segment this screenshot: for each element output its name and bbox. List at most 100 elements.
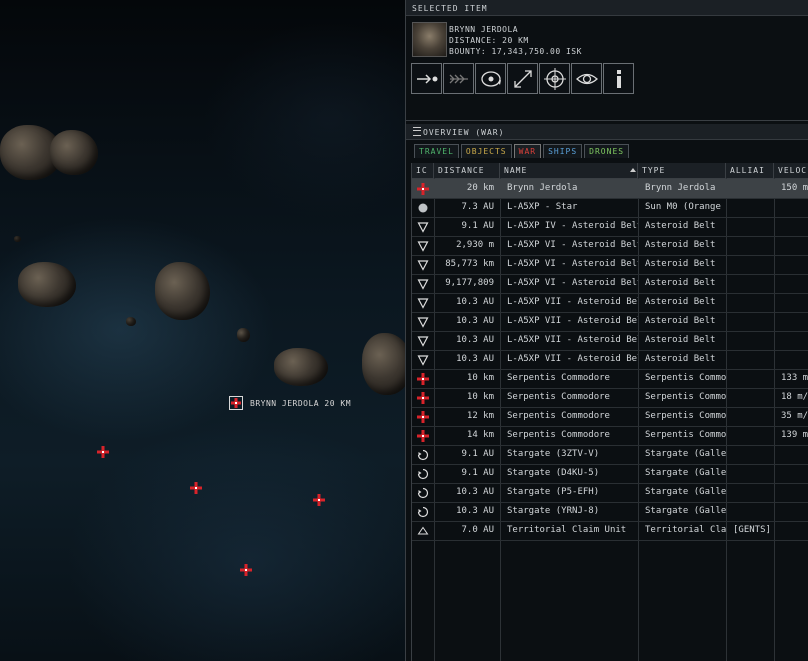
table-row[interactable]: 9.1 AU Stargate (D4KU-5) Stargate (Gallent [412,464,808,484]
table-row[interactable]: 7.3 AU L-A5XP - Star Sun M0 (Orange [412,198,808,218]
orbit-icon [480,70,501,87]
look-at-icon [575,73,598,84]
alliance-cell [726,217,774,236]
velocity-cell [774,217,808,236]
table-row[interactable]: 14 km Serpentis Commodore Serpentis Commo 1… [412,426,808,446]
table-row[interactable]: 10.3 AU L-A5XP VII - Asteroid Belt Asteroi… [412,293,808,313]
lock-target-button[interactable] [539,63,570,94]
velocity-cell [774,331,808,350]
type-cell: Serpentis Commo [645,392,726,402]
warp-button[interactable] [443,63,474,94]
velocity-cell [774,293,808,312]
lock-target-icon [543,67,566,90]
hostile-marker[interactable] [97,446,109,458]
velocity-cell: 139 m [781,430,808,440]
name-cell: Brynn Jerdola [507,183,578,193]
asteroid-belt-icon [412,312,434,331]
table-row[interactable]: 10.3 AU Stargate (YRNJ-8) Stargate (Gallen… [412,502,808,522]
velocity-cell: 35 m/ [781,411,808,421]
overview-table: IC DISTANCE NAME TYPE ALLIAI VELOC 20 km Brynn… [411,163,808,661]
table-row[interactable]: 20 km Brynn Jerdola Brynn Jerdola 150 m [412,179,808,199]
tab-war[interactable]: WAR [513,144,542,158]
show-info-button[interactable] [603,63,634,94]
avatar[interactable] [412,22,447,57]
alliance-cell [726,388,774,407]
approach-button[interactable] [411,63,442,94]
type-cell: Asteroid Belt [645,240,716,250]
name-cell: Stargate (3ZTV-V) [507,449,600,459]
asteroid [237,328,250,342]
alliance-cell [726,198,774,217]
alliance-cell [726,369,774,388]
velocity-cell [774,521,808,540]
type-cell: Brynn Jerdola [645,183,716,193]
name-cell: L-A5XP VII - Asteroid Belt [507,335,638,345]
distance-cell: 9.1 AU [461,221,494,231]
col-icon-header[interactable]: IC [412,163,434,178]
table-row[interactable]: 7.0 AU Territorial Claim Unit Territorial … [412,521,808,541]
warp-icon [449,74,468,83]
asteroid-belt-icon [412,293,434,312]
type-cell: Serpentis Commo [645,373,726,383]
table-row[interactable]: 10.3 AU L-A5XP VII - Asteroid Belt Asteroi… [412,312,808,332]
tab-travel[interactable]: TRAVEL [414,144,459,158]
name-cell: L-A5XP VI - Asteroid Belt [507,278,638,288]
velocity-cell [774,502,808,521]
target-bracket[interactable] [229,396,243,410]
col-distance-header[interactable]: DISTANCE [434,163,500,178]
hostile-marker[interactable] [190,482,202,494]
name-cell: Stargate (P5-EFH) [507,487,600,497]
table-row[interactable]: 9.1 AU Stargate (3ZTV-V) Stargate (Gallent [412,445,808,465]
table-row[interactable]: 9,177,809 L-A5XP VI - Asteroid Belt Astero… [412,274,808,294]
distance-cell: 85,773 km [445,259,494,269]
distance-cell: 7.0 AU [461,525,494,535]
col-alliance-header[interactable]: ALLIAI [726,163,774,178]
table-row[interactable]: 2,930 m L-A5XP VI - Asteroid Belt Asteroid… [412,236,808,256]
asteroid [126,317,136,326]
alliance-cell [726,293,774,312]
velocity-cell [774,483,808,502]
space-view[interactable]: BRYNN JERDOLA 20 KM [0,0,405,661]
asteroid-belt-icon [412,236,434,255]
orbit-button[interactable] [475,63,506,94]
keep-at-range-button[interactable] [507,63,538,94]
tab-objects[interactable]: OBJECTS [460,144,512,158]
asteroid [50,130,98,175]
type-cell: Asteroid Belt [645,335,716,345]
stargate-icon [412,483,434,502]
name-cell: L-A5XP VII - Asteroid Belt [507,316,638,326]
velocity-cell: 133 m [781,373,808,383]
hostile-marker[interactable] [240,564,252,576]
overview-header[interactable]: OVERVIEW (WAR) [406,124,808,140]
name-cell: Territorial Claim Unit [507,525,627,535]
hostile-marker[interactable] [313,494,325,506]
table-row[interactable]: 10 km Serpentis Commodore Serpentis Commo 1… [412,369,808,389]
col-name-header[interactable]: NAME [500,163,638,178]
distance-cell: 20 km [466,183,494,193]
asteroid-belt-icon [412,217,434,236]
col-type-header[interactable]: TYPE [638,163,726,178]
table-row[interactable]: 85,773 km L-A5XP VI - Asteroid Belt Astero… [412,255,808,275]
asteroid-belt-icon [412,350,434,369]
distance-cell: 9,177,809 [445,278,494,288]
approach-icon [416,73,437,84]
hostile-icon [231,398,241,408]
tab-drones[interactable]: DRONES [584,144,630,158]
type-cell: Stargate (Gallent [645,449,726,459]
type-cell: Serpentis Commo [645,411,726,421]
tab-ships[interactable]: SHIPS [543,144,583,158]
table-row[interactable]: 10.3 AU Stargate (P5-EFH) Stargate (Gallen… [412,483,808,503]
table-row[interactable]: 10.3 AU L-A5XP VII - Asteroid Belt Asteroi… [412,331,808,351]
look-at-button[interactable] [571,63,602,94]
distance-cell: 9.1 AU [461,449,494,459]
name-cell: L-A5XP IV - Asteroid Belt [507,221,638,231]
table-row[interactable]: 12 km Serpentis Commodore Serpentis Commo 3… [412,407,808,427]
distance-cell: 10.3 AU [456,487,494,497]
table-row[interactable]: 9.1 AU L-A5XP IV - Asteroid Belt Asteroid … [412,217,808,237]
hostile-icon [412,179,434,198]
col-velocity-header[interactable]: VELOC [774,163,808,178]
menu-icon[interactable] [413,127,421,136]
velocity-cell [774,445,808,464]
table-row[interactable]: 10.3 AU L-A5XP VII - Asteroid Belt Asteroi… [412,350,808,370]
table-row[interactable]: 10 km Serpentis Commodore Serpentis Commo 1… [412,388,808,408]
